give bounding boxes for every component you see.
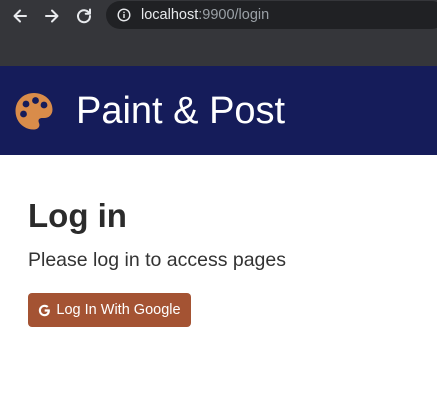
site-title[interactable]: Paint & Post: [76, 88, 285, 134]
info-icon[interactable]: [117, 8, 131, 22]
address-bar[interactable]: localhost:9900/login: [106, 1, 437, 29]
browser-toolbar: localhost:9900/login: [0, 0, 437, 32]
login-button-label: Log In With Google: [56, 302, 181, 318]
url-host: localhost: [141, 7, 199, 23]
login-with-google-button[interactable]: Log In With Google: [28, 293, 191, 327]
browser-toolbar-area: [0, 32, 437, 66]
url-path: :9900/login: [198, 7, 270, 23]
back-button[interactable]: [9, 5, 31, 27]
google-icon: [39, 304, 51, 316]
arrow-right-icon: [45, 9, 59, 23]
forward-button[interactable]: [41, 5, 63, 27]
page-title: Log in: [28, 197, 127, 234]
arrow-left-icon: [13, 9, 27, 23]
url-text[interactable]: localhost:9900/login: [141, 7, 269, 23]
reload-button[interactable]: [73, 5, 95, 27]
page-subtitle: Please log in to access pages: [28, 249, 286, 271]
reload-icon: [77, 8, 92, 24]
palette-icon: [15, 93, 53, 130]
